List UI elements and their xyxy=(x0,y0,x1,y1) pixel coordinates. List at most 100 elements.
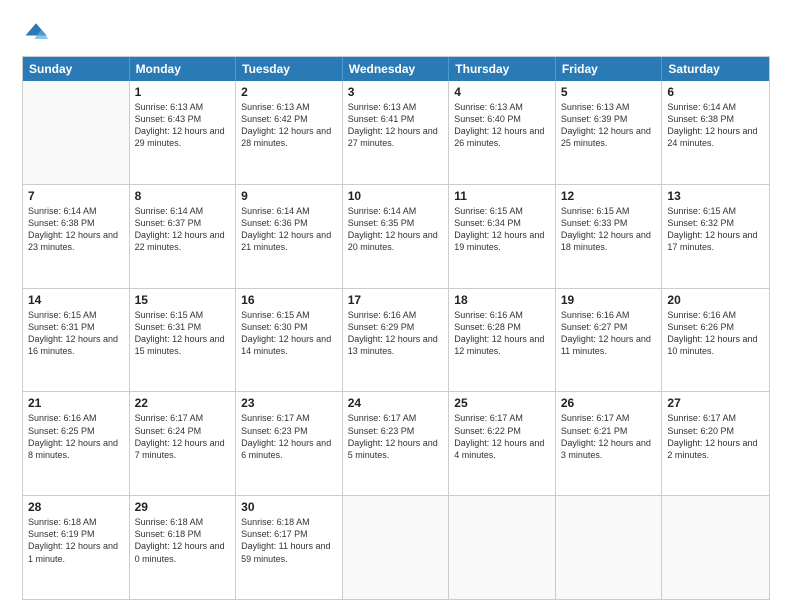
day-number: 21 xyxy=(28,396,124,410)
day-info: Sunrise: 6:13 AM Sunset: 6:41 PM Dayligh… xyxy=(348,101,444,150)
day-info: Sunrise: 6:16 AM Sunset: 6:27 PM Dayligh… xyxy=(561,309,657,358)
cal-cell-12: 12 Sunrise: 6:15 AM Sunset: 6:33 PM Dayli… xyxy=(556,185,663,288)
cal-cell-9: 9 Sunrise: 6:14 AM Sunset: 6:36 PM Daylig… xyxy=(236,185,343,288)
day-number: 27 xyxy=(667,396,764,410)
cal-cell-24: 24 Sunrise: 6:17 AM Sunset: 6:23 PM Dayli… xyxy=(343,392,450,495)
logo xyxy=(22,18,54,46)
day-number: 13 xyxy=(667,189,764,203)
day-info: Sunrise: 6:13 AM Sunset: 6:42 PM Dayligh… xyxy=(241,101,337,150)
cal-cell-7: 7 Sunrise: 6:14 AM Sunset: 6:38 PM Daylig… xyxy=(23,185,130,288)
day-number: 5 xyxy=(561,85,657,99)
cal-cell-29: 29Sunrise: 6:18 AM Sunset: 6:18 PM Dayli… xyxy=(130,496,237,599)
cal-row-4: 28 Sunrise: 6:18 AM Sunset: 6:19 PM Dayli… xyxy=(23,495,769,599)
day-number: 30 xyxy=(241,500,337,514)
day-info: Sunrise: 6:16 AM Sunset: 6:29 PM Dayligh… xyxy=(348,309,444,358)
day-info: Sunrise: 6:17 AM Sunset: 6:20 PM Dayligh… xyxy=(667,412,764,461)
day-info: Sunrise: 6:16 AM Sunset: 6:28 PM Dayligh… xyxy=(454,309,550,358)
day-info: Sunrise: 6:16 AM Sunset: 6:26 PM Dayligh… xyxy=(667,309,764,358)
day-number: 1 xyxy=(135,85,231,99)
calendar-header: SundayMondayTuesdayWednesdayThursdayFrid… xyxy=(23,57,769,81)
day-number: 7 xyxy=(28,189,124,203)
day-info: Sunrise: 6:17 AM Sunset: 6:23 PM Dayligh… xyxy=(241,412,337,461)
day-number: 29 xyxy=(135,500,231,514)
day-info: Sunrise: 6:15 AM Sunset: 6:30 PM Dayligh… xyxy=(241,309,337,358)
cal-cell-8: 8Sunrise: 6:14 AM Sunset: 6:37 PM Daylig… xyxy=(130,185,237,288)
day-info: Sunrise: 6:17 AM Sunset: 6:22 PM Dayligh… xyxy=(454,412,550,461)
weekday-header-tuesday: Tuesday xyxy=(236,57,343,81)
cal-cell-26: 26Sunrise: 6:17 AM Sunset: 6:21 PM Dayli… xyxy=(556,392,663,495)
weekday-header-sunday: Sunday xyxy=(23,57,130,81)
cal-cell-empty xyxy=(556,496,663,599)
day-number: 16 xyxy=(241,293,337,307)
day-info: Sunrise: 6:15 AM Sunset: 6:34 PM Dayligh… xyxy=(454,205,550,254)
cal-cell-3: 3 Sunrise: 6:13 AM Sunset: 6:41 PM Daylig… xyxy=(343,81,450,184)
day-info: Sunrise: 6:17 AM Sunset: 6:23 PM Dayligh… xyxy=(348,412,444,461)
calendar-body: 1 Sunrise: 6:13 AM Sunset: 6:43 PM Daylig… xyxy=(23,81,769,599)
cal-cell-27: 27 Sunrise: 6:17 AM Sunset: 6:20 PM Dayli… xyxy=(662,392,769,495)
day-number: 14 xyxy=(28,293,124,307)
day-number: 23 xyxy=(241,396,337,410)
cal-cell-17: 17Sunrise: 6:16 AM Sunset: 6:29 PM Dayli… xyxy=(343,289,450,392)
day-info: Sunrise: 6:15 AM Sunset: 6:31 PM Dayligh… xyxy=(28,309,124,358)
day-number: 24 xyxy=(348,396,444,410)
day-info: Sunrise: 6:16 AM Sunset: 6:25 PM Dayligh… xyxy=(28,412,124,461)
cal-cell-4: 4 Sunrise: 6:13 AM Sunset: 6:40 PM Daylig… xyxy=(449,81,556,184)
day-number: 3 xyxy=(348,85,444,99)
day-number: 4 xyxy=(454,85,550,99)
day-info: Sunrise: 6:18 AM Sunset: 6:19 PM Dayligh… xyxy=(28,516,124,565)
day-number: 9 xyxy=(241,189,337,203)
page: SundayMondayTuesdayWednesdayThursdayFrid… xyxy=(0,0,792,612)
cal-cell-11: 11 Sunrise: 6:15 AM Sunset: 6:34 PM Dayli… xyxy=(449,185,556,288)
day-info: Sunrise: 6:14 AM Sunset: 6:35 PM Dayligh… xyxy=(348,205,444,254)
cal-cell-28: 28 Sunrise: 6:18 AM Sunset: 6:19 PM Dayli… xyxy=(23,496,130,599)
day-info: Sunrise: 6:14 AM Sunset: 6:36 PM Dayligh… xyxy=(241,205,337,254)
day-info: Sunrise: 6:13 AM Sunset: 6:43 PM Dayligh… xyxy=(135,101,231,150)
calendar: SundayMondayTuesdayWednesdayThursdayFrid… xyxy=(22,56,770,600)
cal-cell-13: 13 Sunrise: 6:15 AM Sunset: 6:32 PM Dayli… xyxy=(662,185,769,288)
cal-cell-18: 18Sunrise: 6:16 AM Sunset: 6:28 PM Dayli… xyxy=(449,289,556,392)
day-number: 11 xyxy=(454,189,550,203)
cal-cell-10: 10 Sunrise: 6:14 AM Sunset: 6:35 PM Dayli… xyxy=(343,185,450,288)
cal-cell-16: 16 Sunrise: 6:15 AM Sunset: 6:30 PM Dayli… xyxy=(236,289,343,392)
day-number: 2 xyxy=(241,85,337,99)
day-number: 12 xyxy=(561,189,657,203)
cal-cell-empty xyxy=(23,81,130,184)
weekday-header-wednesday: Wednesday xyxy=(343,57,450,81)
weekday-header-monday: Monday xyxy=(130,57,237,81)
cal-cell-25: 25 Sunrise: 6:17 AM Sunset: 6:22 PM Dayli… xyxy=(449,392,556,495)
day-info: Sunrise: 6:14 AM Sunset: 6:38 PM Dayligh… xyxy=(667,101,764,150)
header xyxy=(22,18,770,46)
day-number: 10 xyxy=(348,189,444,203)
day-info: Sunrise: 6:15 AM Sunset: 6:33 PM Dayligh… xyxy=(561,205,657,254)
day-number: 15 xyxy=(135,293,231,307)
cal-cell-30: 30Sunrise: 6:18 AM Sunset: 6:17 PM Dayli… xyxy=(236,496,343,599)
day-number: 25 xyxy=(454,396,550,410)
day-number: 28 xyxy=(28,500,124,514)
day-info: Sunrise: 6:15 AM Sunset: 6:32 PM Dayligh… xyxy=(667,205,764,254)
cal-cell-15: 15 Sunrise: 6:15 AM Sunset: 6:31 PM Dayli… xyxy=(130,289,237,392)
cal-cell-6: 6 Sunrise: 6:14 AM Sunset: 6:38 PM Daylig… xyxy=(662,81,769,184)
cal-cell-20: 20 Sunrise: 6:16 AM Sunset: 6:26 PM Dayli… xyxy=(662,289,769,392)
cal-cell-1: 1 Sunrise: 6:13 AM Sunset: 6:43 PM Daylig… xyxy=(130,81,237,184)
day-info: Sunrise: 6:14 AM Sunset: 6:37 PM Dayligh… xyxy=(135,205,231,254)
day-info: Sunrise: 6:13 AM Sunset: 6:40 PM Dayligh… xyxy=(454,101,550,150)
cal-cell-21: 21 Sunrise: 6:16 AM Sunset: 6:25 PM Dayli… xyxy=(23,392,130,495)
day-number: 22 xyxy=(135,396,231,410)
weekday-header-friday: Friday xyxy=(556,57,663,81)
day-info: Sunrise: 6:15 AM Sunset: 6:31 PM Dayligh… xyxy=(135,309,231,358)
cal-row-1: 7 Sunrise: 6:14 AM Sunset: 6:38 PM Daylig… xyxy=(23,184,769,288)
cal-cell-19: 19 Sunrise: 6:16 AM Sunset: 6:27 PM Dayli… xyxy=(556,289,663,392)
day-number: 19 xyxy=(561,293,657,307)
cal-cell-empty xyxy=(449,496,556,599)
day-number: 20 xyxy=(667,293,764,307)
cal-cell-5: 5 Sunrise: 6:13 AM Sunset: 6:39 PM Daylig… xyxy=(556,81,663,184)
cal-cell-23: 23 Sunrise: 6:17 AM Sunset: 6:23 PM Dayli… xyxy=(236,392,343,495)
day-info: Sunrise: 6:13 AM Sunset: 6:39 PM Dayligh… xyxy=(561,101,657,150)
day-number: 26 xyxy=(561,396,657,410)
cal-cell-22: 22Sunrise: 6:17 AM Sunset: 6:24 PM Dayli… xyxy=(130,392,237,495)
cal-row-3: 21 Sunrise: 6:16 AM Sunset: 6:25 PM Dayli… xyxy=(23,391,769,495)
cal-row-2: 14 Sunrise: 6:15 AM Sunset: 6:31 PM Dayli… xyxy=(23,288,769,392)
cal-cell-empty xyxy=(662,496,769,599)
day-info: Sunrise: 6:14 AM Sunset: 6:38 PM Dayligh… xyxy=(28,205,124,254)
day-number: 6 xyxy=(667,85,764,99)
